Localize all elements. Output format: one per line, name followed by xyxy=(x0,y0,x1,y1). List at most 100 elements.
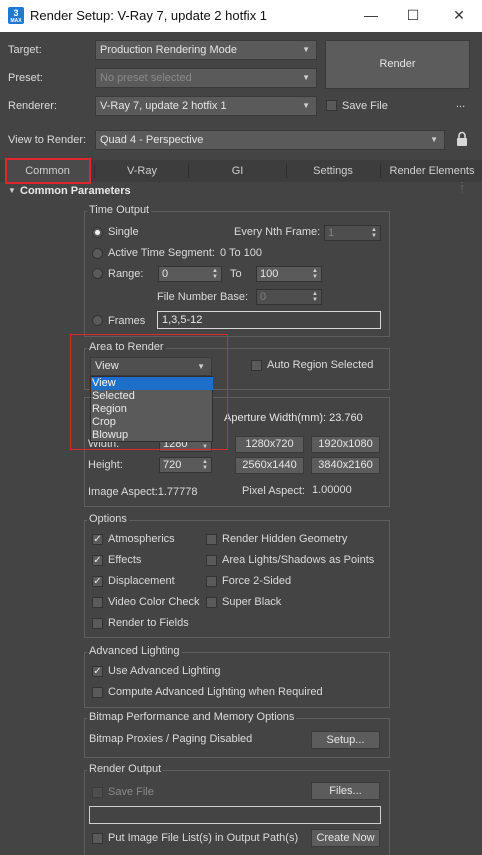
height-spinner[interactable]: 720 ▲ ▼ xyxy=(159,457,212,473)
maximize-icon[interactable]: ☐ xyxy=(398,4,428,26)
target-dropdown[interactable]: Production Rendering Mode ▼ xyxy=(95,40,317,60)
window-title: Render Setup: V-Ray 7, update 2 hotfix 1 xyxy=(30,8,268,23)
file-number-base-value: 0 xyxy=(260,291,267,303)
atmospherics-checkbox[interactable]: ✓ xyxy=(92,534,103,545)
tab-vray[interactable]: V-Ray xyxy=(98,160,186,182)
use-advanced-lighting-label: Use Advanced Lighting xyxy=(108,665,221,677)
range-to-spinner[interactable]: 100 ▲ ▼ xyxy=(256,266,322,282)
spinner-arrows-icon: ▲▼ xyxy=(371,227,377,239)
every-nth-spinner[interactable]: 1 ▲ ▼ xyxy=(324,225,381,241)
chevron-down-icon: ▼ xyxy=(430,135,438,144)
spinner-arrows-icon: ▲▼ xyxy=(312,291,318,303)
preset-label: Preset: xyxy=(8,72,43,84)
frames-input[interactable]: 1,3,5-12 xyxy=(157,311,381,329)
advanced-lighting-title: Advanced Lighting xyxy=(87,645,182,657)
active-time-segment-radio[interactable] xyxy=(92,248,103,259)
bitmap-performance-title: Bitmap Performance and Memory Options xyxy=(87,711,297,723)
range-from-spinner[interactable]: 0 ▲ ▼ xyxy=(158,266,222,282)
spinner-arrows-icon: ▲▼ xyxy=(212,268,218,280)
lock-icon[interactable] xyxy=(456,131,468,147)
super-black-label: Super Black xyxy=(222,596,282,608)
more-options-button[interactable]: ... xyxy=(456,98,465,110)
frames-label: Frames xyxy=(108,315,146,327)
aperture-width-label: Aperture Width(mm): 23.760 xyxy=(224,412,363,424)
file-number-base-label: File Number Base: xyxy=(157,291,249,303)
render-hidden-checkbox[interactable] xyxy=(206,534,217,545)
app-icon-text: 3 xyxy=(13,8,19,18)
minimize-icon[interactable]: — xyxy=(356,4,386,26)
spinner-arrows-icon: ▲▼ xyxy=(202,459,208,471)
file-number-base-spinner[interactable]: 0 ▲ ▼ xyxy=(256,289,322,305)
pixel-aspect-value: 1.00000 xyxy=(312,484,352,496)
preset-size-button[interactable]: 2560x1440 xyxy=(235,457,304,474)
render-button[interactable]: Render xyxy=(325,40,470,89)
active-time-segment-label: Active Time Segment: xyxy=(108,247,215,259)
pixel-aspect-label: Pixel Aspect: xyxy=(242,485,305,497)
create-now-button[interactable]: Create Now xyxy=(311,829,380,847)
target-value: Production Rendering Mode xyxy=(100,44,237,56)
super-black-checkbox[interactable] xyxy=(206,597,217,608)
renderer-dropdown[interactable]: V-Ray 7, update 2 hotfix 1 ▼ xyxy=(95,96,317,116)
video-color-check-checkbox[interactable] xyxy=(92,597,103,608)
image-aspect-label: Image Aspect:1.77778 xyxy=(88,486,198,498)
area-highlight-box xyxy=(70,334,228,450)
preset-size-button[interactable]: 3840x2160 xyxy=(311,457,380,474)
title-bar: 3 MAX Render Setup: V-Ray 7, update 2 hot… xyxy=(0,0,482,32)
bitmap-status: Bitmap Proxies / Paging Disabled xyxy=(89,733,253,745)
options-title: Options xyxy=(87,513,129,525)
auto-region-label: Auto Region Selected xyxy=(267,359,374,371)
drag-handle-icon[interactable]: ⋮ ⋮ xyxy=(458,182,466,194)
effects-label: Effects xyxy=(108,554,142,566)
height-label: Height: xyxy=(88,459,123,471)
chevron-down-icon: ▼ xyxy=(302,45,310,54)
setup-button[interactable]: Setup... xyxy=(311,731,380,749)
auto-region-checkbox[interactable] xyxy=(251,360,262,371)
range-label: Range: xyxy=(108,268,144,280)
output-path-field[interactable] xyxy=(89,806,381,824)
compute-advanced-lighting-checkbox[interactable] xyxy=(92,687,103,698)
preset-size-button[interactable]: 1920x1080 xyxy=(311,436,380,453)
rollout-title[interactable]: Common Parameters xyxy=(20,185,131,197)
single-label: Single xyxy=(108,226,139,238)
tab-separator xyxy=(286,164,287,178)
save-file-output-checkbox[interactable] xyxy=(92,787,103,798)
range-radio[interactable] xyxy=(92,268,103,279)
area-lights-label: Area Lights/Shadows as Points xyxy=(222,554,375,566)
files-button[interactable]: Files... xyxy=(311,782,380,800)
area-lights-checkbox[interactable] xyxy=(206,555,217,566)
preset-value: No preset selected xyxy=(100,72,192,84)
tab-settings[interactable]: Settings xyxy=(288,160,378,182)
tab-separator xyxy=(380,164,381,178)
compute-advanced-lighting-label: Compute Advanced Lighting when Required xyxy=(108,686,323,698)
force-2sided-checkbox[interactable] xyxy=(206,576,217,587)
chevron-down-icon: ▼ xyxy=(302,73,310,82)
view-to-render-dropdown[interactable]: Quad 4 - Perspective ▼ xyxy=(95,130,445,150)
single-radio[interactable] xyxy=(92,227,103,238)
render-to-fields-checkbox[interactable] xyxy=(92,618,103,629)
effects-checkbox[interactable]: ✓ xyxy=(92,555,103,566)
displacement-checkbox[interactable]: ✓ xyxy=(92,576,103,587)
tab-gi[interactable]: GI xyxy=(190,160,285,182)
view-to-render-value: Quad 4 - Perspective xyxy=(100,134,204,146)
every-nth-label: Every Nth Frame: xyxy=(234,226,321,238)
target-label: Target: xyxy=(8,44,42,56)
save-file-checkbox[interactable] xyxy=(326,100,337,111)
preset-dropdown[interactable]: No preset selected ▼ xyxy=(95,68,317,88)
frames-radio[interactable] xyxy=(92,315,103,326)
advanced-lighting-group xyxy=(84,652,390,708)
put-image-list-checkbox[interactable] xyxy=(92,833,103,844)
render-to-fields-label: Render to Fields xyxy=(108,617,189,629)
displacement-label: Displacement xyxy=(108,575,175,587)
close-icon[interactable]: ✕ xyxy=(444,4,474,26)
active-time-segment-value: 0 To 100 xyxy=(220,247,263,259)
tab-render-elements[interactable]: Render Elements xyxy=(382,160,482,182)
tab-separator xyxy=(188,164,189,178)
use-advanced-lighting-checkbox[interactable]: ✓ xyxy=(92,666,103,677)
spinner-arrows-icon: ▲▼ xyxy=(312,268,318,280)
height-value: 720 xyxy=(163,459,182,471)
force-2sided-label: Force 2-Sided xyxy=(222,575,292,587)
collapse-arrow-icon[interactable]: ▼ xyxy=(8,186,16,195)
chevron-down-icon: ▼ xyxy=(302,101,310,110)
view-to-render-label: View to Render: xyxy=(8,134,87,146)
preset-size-button[interactable]: 1280x720 xyxy=(235,436,304,453)
